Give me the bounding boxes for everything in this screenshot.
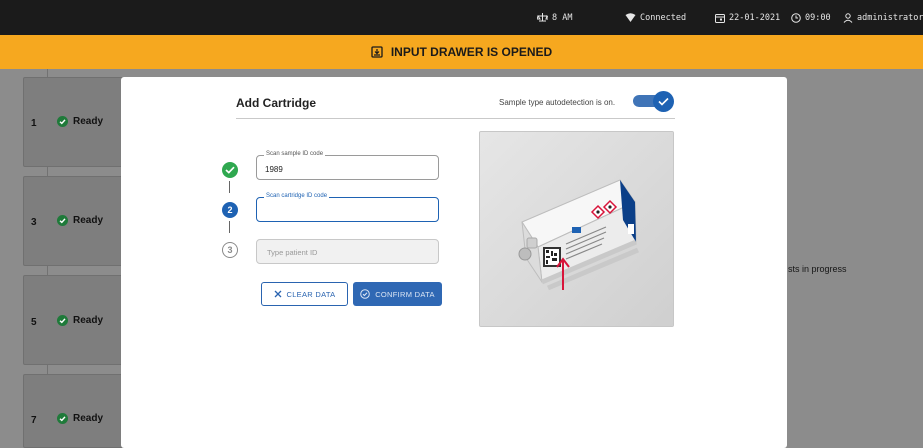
check-icon [225, 166, 235, 174]
step-number: 2 [227, 205, 233, 215]
cartridge-id-legend: Scan cartridge ID code [264, 193, 330, 199]
check-circle-icon [57, 413, 68, 424]
slot-status-label: Ready [73, 315, 104, 326]
slot-status-label: Ready [73, 413, 104, 424]
clock-icon [791, 12, 801, 23]
user-label: administrator [857, 12, 923, 23]
autodetect-label: Sample type autodetection is on. [499, 98, 616, 107]
scale-icon [537, 13, 548, 22]
sample-id-value: 1989 [265, 165, 283, 174]
user-menu[interactable]: administrator [843, 0, 923, 35]
date-display: 22-01-2021 [715, 0, 780, 35]
step-connector [229, 181, 230, 193]
calendar-icon [715, 13, 725, 23]
cartridge-image [480, 132, 673, 326]
patient-id-field[interactable]: Type patient ID [256, 239, 439, 264]
drawer-time-indicator: 8 AM [537, 0, 572, 35]
slot-number: 3 [31, 217, 37, 228]
check-icon [658, 97, 669, 106]
date-label: 22-01-2021 [729, 12, 781, 23]
heart-wifi-icon [625, 12, 636, 22]
drawer-icon [371, 46, 383, 58]
connection-status: Connected [625, 0, 686, 35]
autodetect-toggle[interactable] [631, 91, 677, 112]
slot-status-label: Ready [73, 215, 104, 226]
status-bar: 8 AM Connected 22-01-2021 09:00 administ… [0, 0, 923, 35]
check-circle-icon [57, 315, 68, 326]
drawer-open-banner: INPUT DRAWER IS OPENED [0, 35, 923, 69]
close-icon [274, 290, 281, 298]
check-circle-icon [57, 116, 68, 127]
slot-status: Ready [57, 315, 103, 326]
slot-number: 5 [31, 317, 37, 328]
slot-number: 1 [31, 118, 37, 129]
step-1-complete-indicator [222, 162, 238, 178]
slot-status: Ready [57, 413, 103, 424]
slot-number: 7 [31, 415, 37, 426]
step-connector [229, 221, 230, 233]
patient-id-placeholder: Type patient ID [267, 248, 318, 257]
confirm-data-button[interactable]: CONFIRM DATA [353, 282, 442, 306]
connection-label: Connected [640, 12, 687, 23]
step-number: 3 [227, 245, 233, 255]
clear-data-button[interactable]: CLEAR DATA [261, 282, 348, 306]
step-3-pending-indicator: 3 [222, 242, 238, 258]
dialog-title: Add Cartridge [236, 96, 317, 110]
step-2-active-indicator: 2 [222, 202, 238, 218]
clear-data-label: CLEAR DATA [286, 289, 336, 299]
time-label: 09:00 [805, 12, 831, 23]
time-display: 09:00 [791, 0, 831, 35]
cartridge-illustration [479, 131, 674, 327]
slot-status: Ready [57, 215, 103, 226]
sample-id-field[interactable]: Scan sample ID code 1989 [256, 151, 439, 180]
slot-status: Ready [57, 116, 103, 127]
confirm-data-label: CONFIRM DATA [375, 289, 435, 299]
check-outline-icon [360, 289, 371, 299]
toggle-knob [653, 91, 674, 112]
check-circle-icon [57, 215, 68, 226]
user-icon [843, 12, 853, 23]
add-cartridge-dialog: Add Cartridge Sample type autodetection … [121, 77, 787, 448]
drawer-time: 8 AM [552, 12, 573, 23]
header-divider [236, 118, 675, 119]
cartridge-id-field[interactable]: Scan cartridge ID code [256, 193, 439, 222]
slot-status-label: Ready [73, 116, 104, 127]
tests-in-progress-text: sts in progress [788, 264, 847, 274]
banner-text: INPUT DRAWER IS OPENED [390, 45, 553, 59]
sample-id-legend: Scan sample ID code [264, 151, 326, 157]
